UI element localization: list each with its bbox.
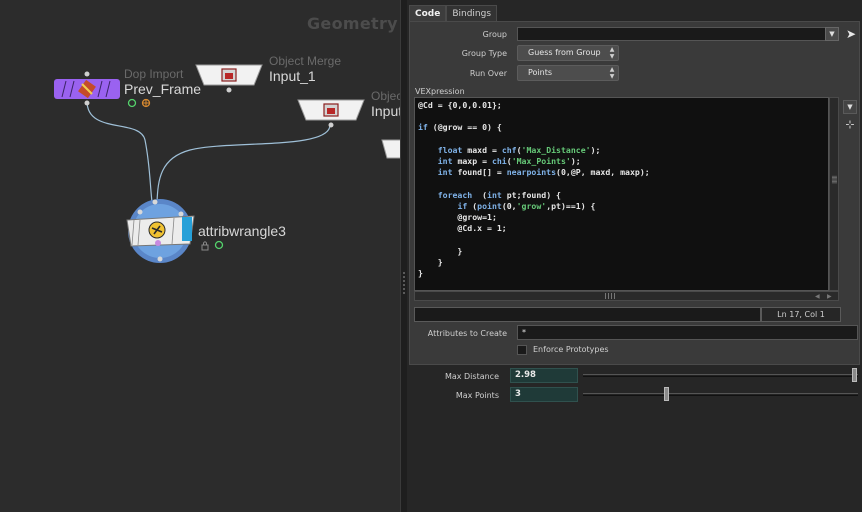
max-points-label: Max Points [455, 391, 499, 400]
max-distance-slider-knob[interactable] [851, 368, 857, 382]
dop-import-type-label: Dop Import [124, 67, 184, 81]
attribwrangle-node[interactable] [124, 196, 198, 266]
pane-divider[interactable] [400, 0, 407, 512]
dop-import-name-label[interactable]: Prev_Frame [124, 81, 201, 97]
dop-import-node[interactable] [54, 70, 124, 106]
offscreen-node-partial[interactable] [380, 138, 400, 160]
group-type-label: Group Type [461, 49, 507, 58]
run-over-label: Run Over [469, 69, 507, 78]
vex-code-text: @Cd = {0,0,0.01}; if (@grow == 0) { floa… [418, 100, 650, 279]
vex-code-editor[interactable]: @Cd = {0,0,0.01}; if (@grow == 0) { floa… [414, 97, 829, 291]
enforce-prototypes-label: Enforce Prototypes [533, 345, 609, 354]
code-status-message [414, 307, 761, 322]
object-merge-node-1[interactable] [194, 63, 266, 95]
object-merge-2-type-label: Object [371, 89, 400, 103]
dop-import-flags[interactable] [126, 97, 152, 109]
create-spare-parms-icon[interactable]: ⊹ [843, 118, 857, 132]
attributes-to-create-input[interactable]: * [517, 325, 858, 340]
divider-grip [403, 272, 405, 274]
param-tabs: Code Bindings [409, 5, 498, 21]
editor-options-dropdown-icon[interactable]: ▼ [843, 100, 857, 114]
scroll-left-icon[interactable]: ◀ [815, 292, 820, 301]
cursor-position-status: Ln 17, Col 1 [761, 307, 841, 322]
max-points-field[interactable]: 3 [510, 387, 578, 402]
vexpression-label: VEXpression [415, 87, 465, 96]
group-type-value: Guess from Group [528, 48, 601, 57]
tab-bindings[interactable]: Bindings [446, 5, 498, 21]
max-points-slider-track[interactable] [583, 393, 858, 396]
group-dropdown-button[interactable]: ▼ [825, 27, 839, 41]
select-arrow-icon[interactable]: ➤ [844, 26, 858, 42]
network-editor[interactable]: Geometry Dop Import Prev_Frame Object Me… [0, 0, 400, 512]
object-merge-2-name-label[interactable]: Input [371, 103, 400, 119]
run-over-value: Points [528, 68, 553, 77]
max-distance-field[interactable]: 2.98 [510, 368, 578, 383]
parameter-pane: Code Bindings Group ▼ ➤ Group Type Guess… [407, 0, 862, 512]
tab-code[interactable]: Code [409, 5, 447, 21]
object-merge-1-type-label: Object Merge [269, 54, 342, 68]
max-distance-label: Max Distance [444, 372, 499, 381]
code-vertical-scrollbar[interactable]: ≡ ≡ [829, 97, 839, 291]
group-input[interactable] [517, 27, 833, 41]
wire-dop-import-to-wrangle [86, 100, 153, 203]
updown-arrows-icon: ▲ ▼ [609, 46, 615, 60]
group-label: Group [482, 30, 507, 39]
attribwrangle-flags[interactable] [200, 239, 226, 251]
group-type-menu[interactable]: Guess from Group ▲ ▼ [517, 45, 619, 61]
scroll-grip-icon[interactable] [605, 293, 615, 299]
code-tab-body: Group ▼ ➤ Group Type Guess from Group ▲ ▼… [409, 21, 860, 365]
object-merge-node-2[interactable] [296, 98, 368, 130]
max-points-slider-knob[interactable] [664, 387, 669, 401]
max-distance-slider-track[interactable] [583, 374, 858, 377]
code-horizontal-scrollbar[interactable]: ◀ ▶ [414, 291, 839, 301]
updown-arrows-icon: ▲ ▼ [609, 66, 615, 80]
run-over-menu[interactable]: Points ▲ ▼ [517, 65, 619, 81]
display-flag-icon [127, 98, 137, 108]
enforce-prototypes-checkbox[interactable] [517, 345, 527, 355]
attribwrangle-name-label[interactable]: attribwrangle3 [198, 223, 286, 239]
lock-icon [201, 241, 209, 251]
scroll-grip-icon[interactable]: ≡ ≡ [831, 174, 838, 188]
display-flag-icon [214, 240, 224, 250]
wire-object-merge-to-wrangle [156, 124, 331, 203]
object-merge-1-name-label[interactable]: Input_1 [269, 68, 316, 84]
scroll-right-icon[interactable]: ▶ [827, 292, 832, 301]
attributes-to-create-label: Attributes to Create [427, 329, 507, 338]
